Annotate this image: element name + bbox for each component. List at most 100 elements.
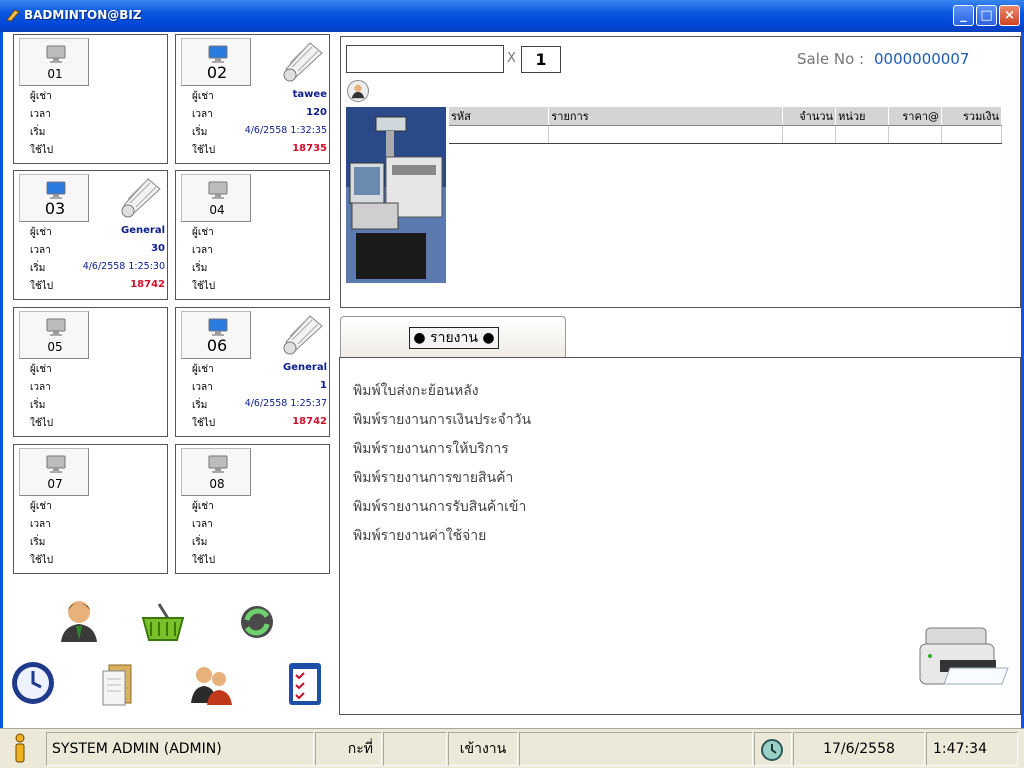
court-row-used: ใช้ไป	[176, 279, 331, 296]
table-row[interactable]	[449, 125, 1002, 144]
minimize-icon: _	[960, 8, 967, 23]
close-button[interactable]: ×	[999, 5, 1020, 26]
court-start-label: เริ่ม	[30, 400, 46, 411]
court-row-start: เริ่ม 4/6/2558 1:25:30	[14, 261, 169, 278]
status-time: 1:47:34	[926, 732, 1018, 766]
court-row-time: เวลา	[176, 243, 331, 260]
report-item[interactable]: พิมพ์รายงานการรับสินค้าเข้า	[353, 496, 526, 518]
court-time-label: เวลา	[30, 519, 51, 530]
court-start-label: เริ่ม	[192, 127, 208, 138]
status-clock-cell	[754, 732, 792, 766]
court-time-label: เวลา	[192, 519, 213, 530]
col-item[interactable]: รายการ	[548, 107, 784, 126]
status-user-text: SYSTEM ADMIN (ADMIN)	[52, 741, 222, 757]
title-bar: BADMINTON@BIZ _ □ ×	[0, 0, 1024, 32]
court-row-renter: ผู้เช่า	[176, 225, 331, 242]
customer-icon[interactable]	[55, 596, 103, 644]
court-row-start: เริ่ม	[176, 261, 331, 278]
col-total[interactable]: รวมเงิน	[941, 107, 1002, 126]
court-card-08[interactable]: 08 ผู้เช่าเวลาเริ่มใช้ไป	[175, 444, 330, 574]
monitor-icon	[208, 45, 228, 63]
court-time-value: 120	[306, 107, 327, 118]
tab-report[interactable]: ● รายงาน ●	[340, 316, 566, 358]
court-card-05[interactable]: 05 ผู้เช่าเวลาเริ่มใช้ไป	[13, 307, 168, 437]
info-icon	[15, 733, 25, 763]
shuttlecock-icon	[121, 178, 161, 218]
basket-icon[interactable]	[139, 598, 187, 646]
court-start-label: เริ่ม	[30, 537, 46, 548]
col-code[interactable]: รหัส	[449, 107, 550, 126]
court-number-box[interactable]: 08	[181, 448, 251, 496]
court-start-label: เริ่ม	[30, 263, 46, 274]
court-card-02[interactable]: 02 ผู้เช่า tawee เวลา 120 เริ่ม 4/6/2558 1:32:…	[175, 34, 330, 164]
court-row-time: เวลา	[14, 517, 169, 534]
report-item[interactable]: พิมพ์ใบส่งกะย้อนหลัง	[353, 380, 479, 402]
court-row-used: ใช้ไป	[14, 553, 169, 570]
refresh-icon[interactable]	[233, 598, 281, 646]
monitor-icon	[208, 455, 228, 473]
court-number-box[interactable]: 05	[19, 311, 89, 359]
court-number-box[interactable]: 02	[181, 38, 251, 86]
report-item[interactable]: พิมพ์รายงานการให้บริการ	[353, 438, 509, 460]
court-card-04[interactable]: 04 ผู้เช่าเวลาเริ่มใช้ไป	[175, 170, 330, 300]
court-time-label: เวลา	[192, 245, 213, 256]
monitor-icon	[208, 318, 228, 336]
court-number-box[interactable]: 07	[19, 448, 89, 496]
sale-items-table[interactable]: รหัส รายการ จำนวน หน่วย ราคา@ รวมเงิน	[449, 107, 1002, 144]
court-used-value: 18742	[292, 416, 327, 427]
court-start-label: เริ่ม	[192, 263, 208, 274]
court-renter-label: ผู้เช่า	[30, 364, 52, 375]
court-number-box[interactable]: 06	[181, 311, 251, 359]
report-item[interactable]: พิมพ์รายงานค่าใช้จ่าย	[353, 525, 486, 547]
court-row-start: เริ่ม	[176, 535, 331, 552]
printer-icon[interactable]	[916, 622, 1012, 692]
court-renter-value: General	[283, 362, 327, 373]
close-icon: ×	[1004, 8, 1015, 23]
shuttlecock-icon	[283, 42, 323, 82]
shuttlecock-icon	[283, 315, 323, 355]
users-icon[interactable]	[187, 659, 235, 707]
court-number-box[interactable]: 01	[19, 38, 89, 86]
barcode-input[interactable]	[346, 45, 504, 73]
court-number-box[interactable]: 04	[181, 174, 251, 222]
col-price[interactable]: ราคา@	[888, 107, 943, 126]
court-number-box[interactable]: 03	[19, 174, 89, 222]
col-unit[interactable]: หน่วย	[835, 107, 890, 126]
customer-select-icon[interactable]	[347, 80, 369, 102]
maximize-button[interactable]: □	[976, 5, 997, 26]
court-row-time: เวลา 30	[14, 243, 169, 260]
app-icon	[6, 9, 20, 22]
court-time-label: เวลา	[192, 382, 213, 393]
report-item[interactable]: พิมพ์รายงานการเงินประจำวัน	[353, 409, 531, 431]
checklist-icon[interactable]	[281, 659, 329, 707]
report-item[interactable]: พิมพ์รายงานการขายสินค้า	[353, 467, 513, 489]
court-row-renter: ผู้เช่า	[14, 499, 169, 516]
clock-icon[interactable]	[9, 659, 57, 707]
court-time-label: เวลา	[30, 245, 51, 256]
minimize-button[interactable]: _	[953, 5, 974, 26]
court-renter-value: General	[121, 225, 165, 236]
court-card-07[interactable]: 07 ผู้เช่าเวลาเริ่มใช้ไป	[13, 444, 168, 574]
court-renter-label: ผู้เช่า	[30, 227, 52, 238]
court-start-label: เริ่ม	[192, 400, 208, 411]
court-number: 05	[47, 340, 63, 354]
status-bar: SYSTEM ADMIN (ADMIN) กะที่ เข้างาน 17/6/…	[0, 728, 1024, 768]
court-time-label: เวลา	[30, 382, 51, 393]
court-used-label: ใช้ไป	[30, 418, 54, 429]
court-card-06[interactable]: 06 ผู้เช่า General เวลา 1 เริ่ม 4/6/2558 1:25:…	[175, 307, 330, 437]
court-number: 03	[44, 199, 66, 218]
court-row-start: เริ่ม	[14, 125, 169, 142]
status-shift-label-text: กะที่	[347, 741, 373, 757]
quantity-field[interactable]: 1	[521, 46, 561, 73]
court-card-03[interactable]: 03 ผู้เช่า General เวลา 30 เริ่ม 4/6/2558 1:25…	[13, 170, 168, 300]
col-qty[interactable]: จำนวน	[782, 107, 837, 126]
folder-icon[interactable]	[97, 659, 145, 707]
monitor-icon	[46, 318, 66, 336]
court-number: 07	[47, 477, 63, 491]
court-row-renter: ผู้เช่า General	[176, 362, 331, 379]
court-card-01[interactable]: 01 ผู้เช่า เวลา เริ่ม ใช้ไป	[13, 34, 168, 164]
court-row-renter: ผู้เช่า	[176, 499, 331, 516]
court-row-used: ใช้ไป 18742	[14, 279, 169, 296]
court-time-label: เวลา	[192, 109, 213, 120]
court-used-label: ใช้ไป	[192, 555, 216, 566]
